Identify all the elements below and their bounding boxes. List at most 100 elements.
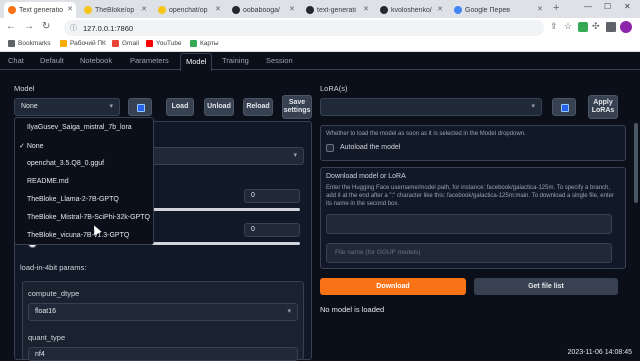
new-tab-button[interactable]: + xyxy=(553,2,559,14)
tab-training[interactable]: Training xyxy=(222,56,249,65)
dropdown-option[interactable]: README.md xyxy=(27,178,69,185)
lora-select[interactable]: ▾ xyxy=(320,98,542,116)
close-tab-icon[interactable]: ✕ xyxy=(437,5,443,13)
tab-label: oobabooga/ xyxy=(243,6,280,14)
tab-label: openchat/op xyxy=(169,6,208,14)
refresh-lora-button[interactable] xyxy=(552,98,576,116)
tab-notebook[interactable]: Notebook xyxy=(80,56,112,65)
reload-model-button[interactable]: Reload xyxy=(243,98,273,116)
chevron-down-icon: ▾ xyxy=(293,152,297,159)
bookmarks-apps[interactable]: Bookmarks xyxy=(8,40,51,47)
page-scrollbar[interactable] xyxy=(634,123,638,203)
dropdown-option[interactable]: openchat_3.5.Q8_0.gguf xyxy=(27,160,104,167)
url-text: 127.0.0.1:7860 xyxy=(83,23,134,33)
refresh-icon xyxy=(137,104,145,112)
apply-loras-button[interactable]: Apply LoRAs xyxy=(588,95,618,119)
bookmarks-bar: Bookmarks Рабочий ПК Gmail YouTube Карты xyxy=(0,38,640,52)
load-in-4bit-label: load-in-4bit params: xyxy=(20,263,87,272)
download-title: Download model or LoRA xyxy=(326,173,406,180)
browser-tab-text-generation-webui[interactable]: text-generati ✕ xyxy=(302,2,372,18)
extensions-puzzle-icon[interactable]: ✣ xyxy=(592,21,600,32)
save-settings-button[interactable]: Save settings xyxy=(282,95,312,119)
favicon-icon xyxy=(158,6,166,14)
close-tab-icon[interactable]: ✕ xyxy=(215,5,221,13)
chevron-down-icon: ▾ xyxy=(287,308,291,315)
quant-type-label: quant_type xyxy=(28,333,66,342)
extension-icon[interactable] xyxy=(578,22,588,32)
youtube-icon xyxy=(146,40,153,47)
dropdown-option-selected[interactable]: ✓ None xyxy=(19,142,44,150)
close-tab-icon[interactable]: ✕ xyxy=(537,5,543,13)
refresh-model-button[interactable] xyxy=(128,98,152,116)
model-select[interactable]: None ▾ xyxy=(14,98,120,116)
url-input[interactable]: ⓘ 127.0.0.1:7860 xyxy=(64,20,544,36)
browser-tab-oobabooga[interactable]: oobabooga/ ✕ xyxy=(228,2,298,18)
reload-icon[interactable]: ↻ xyxy=(42,21,50,32)
dropdown-option[interactable]: TheBloke_Mistral-7B-SciPhi-32k-GPTQ xyxy=(27,214,150,221)
browser-tab-google-translate[interactable]: Google Перев ✕ xyxy=(450,2,546,18)
browser-tab-text-generation[interactable]: Text generatio ✕ xyxy=(4,2,76,18)
sidepanel-icon[interactable] xyxy=(606,22,616,32)
close-tab-icon[interactable]: ✕ xyxy=(67,5,73,13)
gpu-memory-input[interactable]: 0 xyxy=(244,189,300,203)
maps-icon xyxy=(190,40,197,47)
browser-tab-openchat[interactable]: openchat/op ✕ xyxy=(154,2,224,18)
forward-icon[interactable]: → xyxy=(24,21,34,32)
dropdown-option[interactable]: TheBloke_vicuna-7B-v1.3-GPTQ xyxy=(27,232,129,239)
tab-label: Text generatio xyxy=(19,6,63,14)
dropdown-option[interactable]: TheBloke_Llama-2-7B-GPTQ xyxy=(27,196,119,203)
bookmark-label: Карты xyxy=(200,40,219,47)
bookmark-gmail[interactable]: Gmail xyxy=(112,40,139,47)
tab-default[interactable]: Default xyxy=(40,56,64,65)
model-path-input[interactable] xyxy=(326,214,612,234)
get-file-list-button[interactable]: Get file list xyxy=(474,278,618,295)
unload-button[interactable]: Unload xyxy=(204,98,234,116)
refresh-icon xyxy=(561,104,569,112)
bookmark-work-pc[interactable]: Рабочий ПК xyxy=(60,40,106,47)
maximize-icon[interactable]: ☐ xyxy=(604,2,611,11)
close-tab-icon[interactable]: ✕ xyxy=(363,5,369,13)
github-icon xyxy=(380,6,388,14)
share-icon[interactable]: ⇪ xyxy=(550,21,558,32)
google-translate-icon xyxy=(454,6,462,14)
tab-label: Google Перев xyxy=(465,6,510,14)
file-name-input[interactable]: File name (for GGUF models) xyxy=(326,243,612,263)
tab-model[interactable]: Model xyxy=(180,53,213,71)
minimize-icon[interactable]: — xyxy=(584,2,592,11)
compute-dtype-select[interactable]: float16 ▾ xyxy=(28,303,298,321)
download-info: Enter the Hugging Face username/model pa… xyxy=(326,185,614,208)
site-info-icon[interactable]: ⓘ xyxy=(70,23,77,33)
quant-type-value: nf4 xyxy=(35,351,45,358)
dropdown-option-label: None xyxy=(26,143,44,150)
dropdown-option[interactable]: IlyaGusev_Saiga_mistral_7b_lora xyxy=(27,124,132,131)
back-icon[interactable]: ← xyxy=(6,21,16,32)
browser-tab-kvoloshenko[interactable]: kvoloshenko/ ✕ xyxy=(376,2,446,18)
tab-session[interactable]: Session xyxy=(266,56,293,65)
close-tab-icon[interactable]: ✕ xyxy=(141,5,147,13)
autoload-checkbox[interactable] xyxy=(326,144,334,152)
close-tab-icon[interactable]: ✕ xyxy=(289,5,295,13)
profile-avatar[interactable] xyxy=(620,21,632,33)
bookmark-maps[interactable]: Карты xyxy=(190,40,219,47)
gmail-icon xyxy=(112,40,119,47)
download-button[interactable]: Download xyxy=(320,278,466,295)
favicon-icon xyxy=(8,6,16,14)
model-label: Model xyxy=(14,84,35,93)
browser-tab-thebloke[interactable]: TheBloke/op ✕ xyxy=(80,2,150,18)
close-window-icon[interactable]: ✕ xyxy=(624,2,631,11)
quant-type-select[interactable]: nf4 xyxy=(28,347,298,361)
browser-tab-strip: Text generatio ✕ TheBloke/op ✕ openchat/… xyxy=(0,0,640,18)
bookmark-star-icon[interactable]: ☆ xyxy=(564,21,572,32)
tab-chat[interactable]: Chat xyxy=(8,56,24,65)
bookmark-label: Рабочий ПК xyxy=(70,40,106,47)
tab-parameters[interactable]: Parameters xyxy=(130,56,169,65)
favicon-icon xyxy=(84,6,92,14)
cpu-memory-input[interactable]: 0 xyxy=(244,223,300,237)
lora-label: LoRA(s) xyxy=(320,84,348,93)
model-select-value: None xyxy=(21,103,38,110)
address-bar-row: ← → ↻ ⓘ 127.0.0.1:7860 ⇪ ☆ ✣ xyxy=(0,18,640,38)
tab-label: text-generati xyxy=(317,6,356,14)
load-button[interactable]: Load xyxy=(166,98,194,116)
checkmark-icon: ✓ xyxy=(19,143,25,150)
bookmark-youtube[interactable]: YouTube xyxy=(146,40,182,47)
